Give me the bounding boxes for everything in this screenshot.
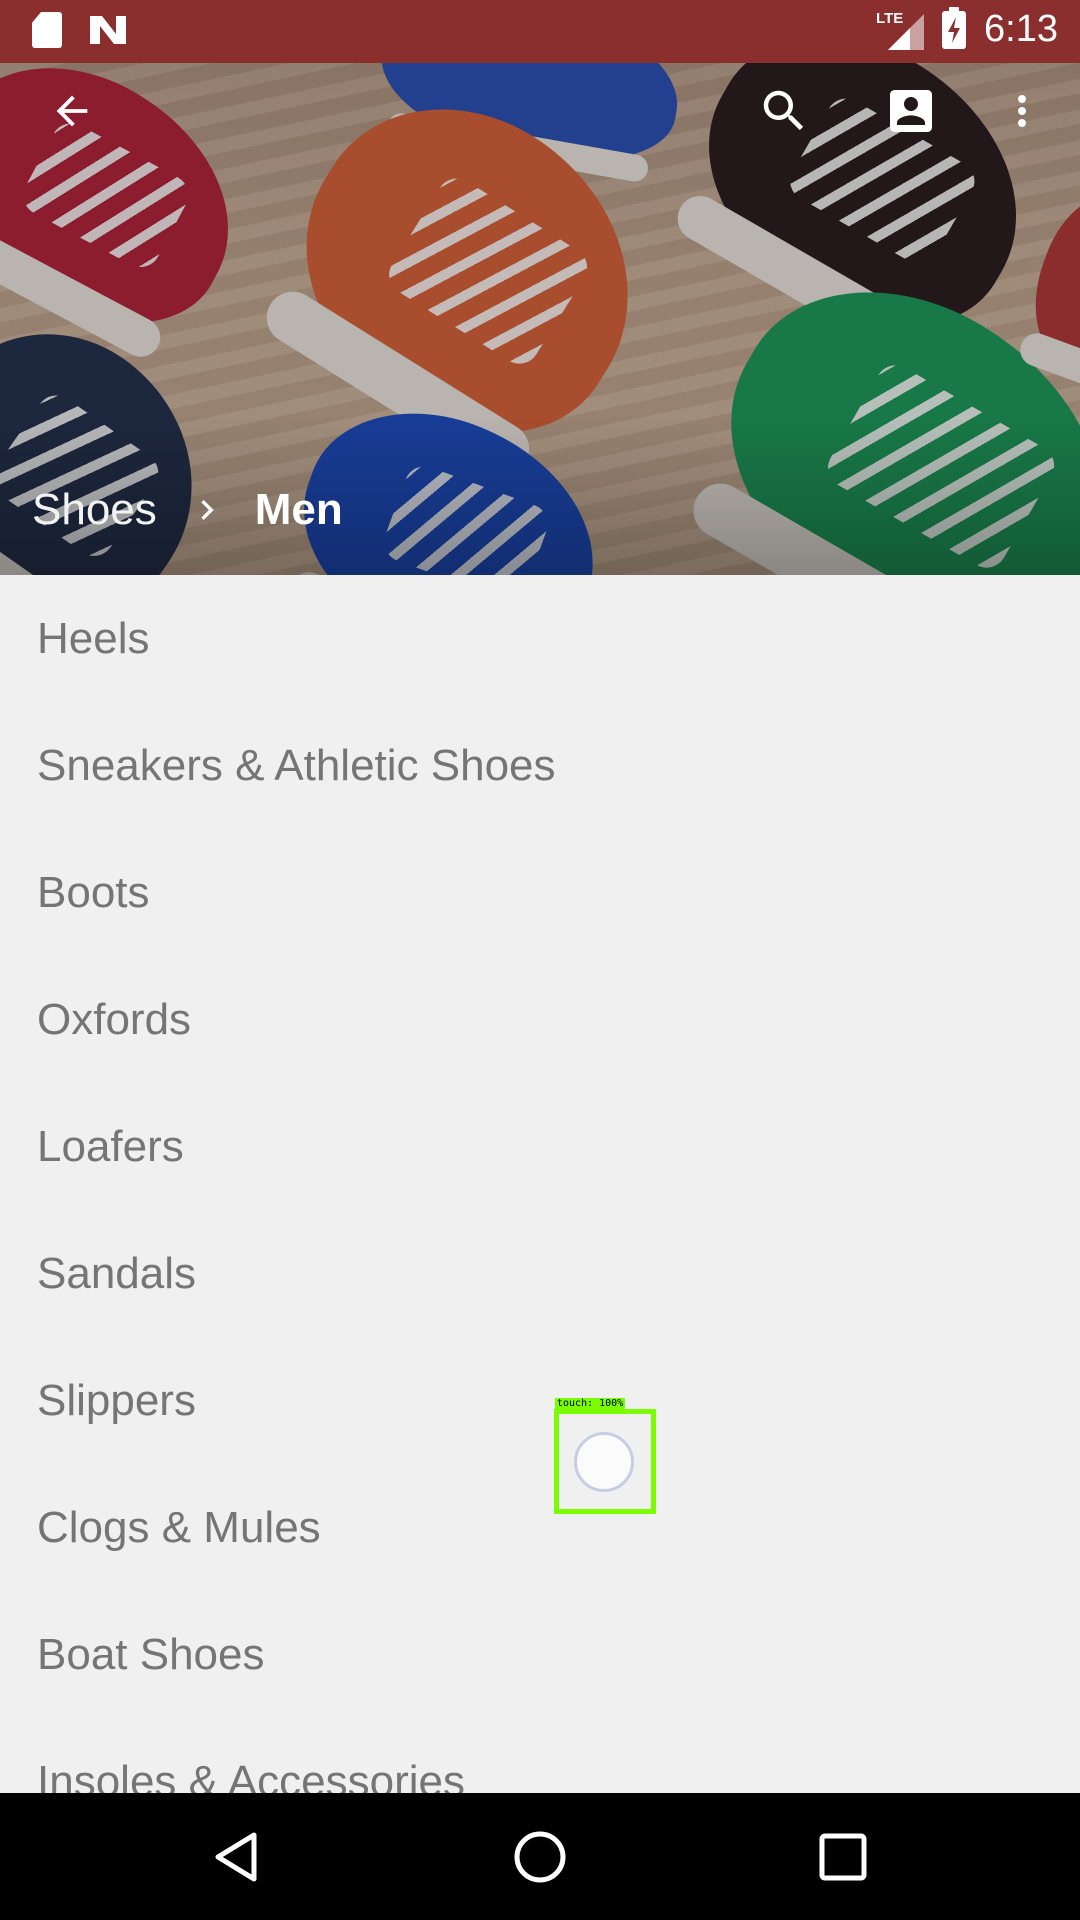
nav-home-icon [514,1831,566,1883]
more-options-button[interactable] [982,71,1062,151]
back-button[interactable] [32,71,112,151]
category-list: Heels Sneakers & Athletic Shoes Boots Ox… [0,575,1080,1794]
nav-recents-icon [819,1833,867,1881]
battery-charging-icon [942,6,967,49]
nav-home-button[interactable] [498,1815,582,1899]
breadcrumb-men: Men [254,485,343,534]
category-header-banner: Shoes Men [0,63,1080,575]
back-arrow-icon [56,95,88,127]
search-icon [763,90,804,131]
category-item-boots[interactable]: Boots [0,829,1080,956]
category-item-insoles-accessories[interactable]: Insoles & Accessories [0,1718,1080,1794]
status-time: 6:13 [984,8,1058,50]
account-icon [890,90,932,132]
category-item-sneakers[interactable]: Sneakers & Athletic Shoes [0,702,1080,829]
touch-point-indicator [574,1432,634,1492]
category-item-heels[interactable]: Heels [0,575,1080,702]
search-button[interactable] [744,71,824,151]
category-item-sandals[interactable]: Sandals [0,1210,1080,1337]
nav-back-icon [215,1832,257,1882]
category-item-boat-shoes[interactable]: Boat Shoes [0,1591,1080,1718]
nav-back-button[interactable] [194,1815,278,1899]
sd-card-icon [32,12,62,48]
chevron-right-icon [187,490,227,530]
nav-recents-button[interactable] [801,1815,885,1899]
category-item-clogs-mules[interactable]: Clogs & Mules [0,1464,1080,1591]
breadcrumb: Shoes Men [32,485,343,535]
n-notification-icon [90,16,126,44]
breadcrumb-shoes[interactable]: Shoes [32,485,157,535]
lte-signal-icon: LTE [876,10,925,50]
category-item-loafers[interactable]: Loafers [0,1083,1080,1210]
status-bar: LTE 6:13 [0,0,1080,63]
category-item-oxfords[interactable]: Oxfords [0,956,1080,1083]
category-item-slippers[interactable]: Slippers [0,1337,1080,1464]
system-navigation-bar [0,1793,1080,1920]
more-vert-icon [1018,95,1026,127]
account-button[interactable] [871,71,951,151]
screen: LTE 6:13 Shoes Men Heels Sneakers & Athl… [0,0,1080,1920]
